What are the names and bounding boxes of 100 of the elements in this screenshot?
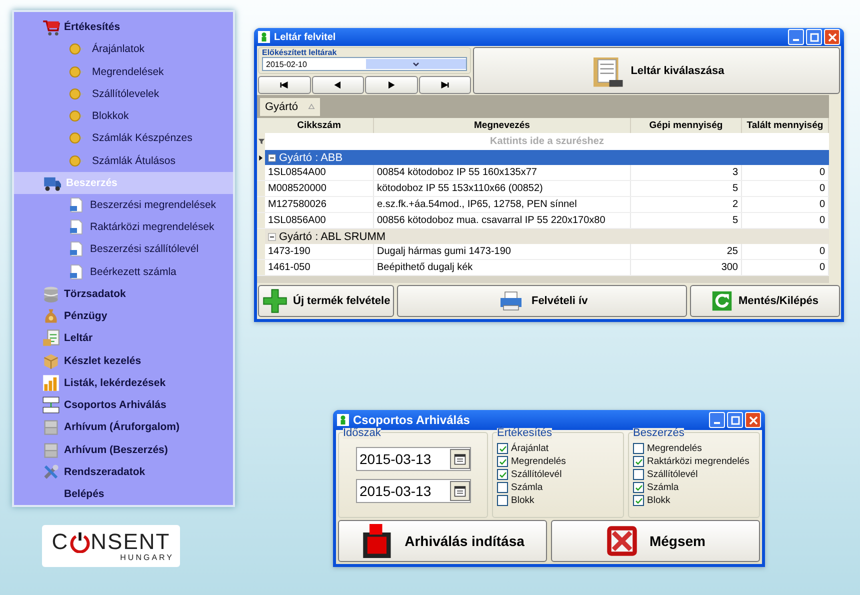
filter-icon [258,138,264,145]
sidebar-subitem[interactable]: Beérkezett számla [14,260,233,283]
window-title: Leltár felvitel [274,32,336,42]
table-cell: 0 [742,260,829,275]
table-cell: e.sz.fk.+áa.54mod., IP65, 12758, PEN sínnel [374,197,631,212]
coin-icon [68,41,86,58]
sidebar-item[interactable]: Belépés [14,482,233,506]
plus-icon [262,288,288,314]
sidebar-subitem[interactable]: Blokkok [14,104,233,128]
checkbox[interactable] [497,495,508,506]
option-label: Blokk [511,495,534,506]
inventory-dropdown[interactable]: 2015-02-10 [262,57,467,71]
checkbox-option[interactable]: Blokk [633,494,755,507]
sidebar-item[interactable]: Törzsadatok [14,282,233,306]
minimize-button[interactable] [709,412,725,428]
group-label: Beszerzés [633,428,684,439]
option-label: Számla [511,482,543,493]
checkbox-option[interactable]: Árajánlat [497,442,619,455]
action-button[interactable]: Mentés/Kilépés [690,285,840,317]
sidebar-subitem[interactable]: Raktárközi megrendelések [14,216,233,238]
sidebar-subitem[interactable]: Megrendelések [14,60,233,83]
maximize-button[interactable] [727,412,743,428]
minimize-button[interactable] [788,29,804,45]
checkbox[interactable] [633,456,644,467]
table-cell: 0 [742,213,829,228]
sidebar-subitem[interactable]: Szállítólevelek [14,82,233,105]
checkbox-option[interactable]: Blokk [497,494,619,507]
nav-button[interactable] [365,76,418,94]
checkbox-option[interactable]: Szállítólevél [497,468,619,481]
sidebar-subitem[interactable]: Számlák Készpénzes [14,127,233,150]
checkbox[interactable] [633,482,644,493]
group-row[interactable]: Gyártó : ABB [257,150,829,165]
sidebar-item[interactable]: Csoportos Arhiválás [14,394,233,416]
table-cell: 1473-190 [265,244,374,259]
checkbox-option[interactable]: Raktárközi megrendelés [633,455,755,468]
maximize-icon [810,32,818,42]
sidebar-subitem[interactable]: Beszerzési megrendelések [14,194,233,216]
sidebar-subitem[interactable]: Számlák Átulásos [14,149,233,172]
maximize-button[interactable] [806,29,822,45]
sidebar-subitem[interactable]: Árajánlatok [14,38,233,60]
box-icon [42,352,60,370]
option-label: Megrendelés [647,443,702,454]
date-field[interactable]: 2015-03-13 [356,479,470,503]
action-button[interactable]: Új termék felvétele [258,285,394,317]
document-icon [68,240,84,258]
checkbox[interactable] [497,456,508,467]
table-cell: 0 [742,165,829,180]
checkbox[interactable] [497,469,508,480]
coin-icon [68,130,86,146]
sidebar-item[interactable]: Listák, lekérdezések [14,372,233,394]
nav-button[interactable] [312,76,364,94]
maximize-icon [730,416,740,424]
logo-text: NSENT [90,530,170,552]
close-button[interactable] [745,412,761,428]
first-icon [279,80,290,90]
sidebar-subitem[interactable]: Beszerzési szállítólevél [14,238,233,261]
coin-icon [68,152,86,169]
logo-text: C [52,530,69,552]
close-button[interactable] [824,29,840,45]
checkbox-option[interactable]: Számla [633,481,755,494]
checkbox-option[interactable]: Számla [497,481,619,494]
table-cell: Dugalj hármas gumi 1473-190 [374,244,631,259]
nav-button[interactable] [258,76,310,94]
sidebar-item[interactable]: Értékesítés [14,16,233,38]
sidebar-item[interactable]: Leltár [14,327,233,350]
last-icon [440,80,450,90]
sidebar-item[interactable]: Pénzügy [14,305,233,328]
cabinet-icon [42,440,60,459]
option-label: Árajánlat [511,443,548,454]
option-label: Megrendelés [511,456,566,467]
app-icon [337,414,349,426]
sidebar-item[interactable]: Készlet kezelés [14,350,233,372]
checkbox[interactable] [497,443,508,454]
checkbox[interactable] [633,495,644,506]
date-field[interactable]: 2015-03-13 [356,447,470,471]
checkbox[interactable] [497,482,508,493]
group-by-chip[interactable]: Gyártó [260,98,320,116]
table-cell: 5 [631,213,742,228]
dialog-button[interactable]: Mégsem [551,520,760,562]
sidebar-item[interactable]: Arhívum (Áruforgalom) [14,416,233,438]
app-icon [258,31,270,43]
sidebar-item[interactable]: Rendszeradatok [14,460,233,483]
collapse-icon [268,154,276,162]
table-cell: 300 [631,260,742,275]
sidebar-item[interactable]: Arhívum (Beszerzés) [14,438,233,461]
power-icon [68,530,91,552]
next-icon [386,80,396,90]
option-label: Blokk [647,495,670,506]
checkbox-option[interactable]: Megrendelés [633,442,755,455]
checkbox[interactable] [633,443,644,454]
action-button[interactable]: Felvételi ív [397,285,687,317]
group-label: Előkészített leltárak [262,48,338,57]
checkbox-option[interactable]: Megrendelés [497,455,619,468]
nav-button[interactable] [418,76,471,94]
checkbox-option[interactable]: Szállítólevél [633,468,755,481]
group-row[interactable]: Gyártó : ABL SRUMM [257,229,829,244]
select-inventory-button[interactable]: Leltár kiválaszása [473,47,840,94]
dialog-button[interactable]: Arhiválás indítása [338,520,547,562]
clipboard-icon [42,329,60,348]
checkbox[interactable] [633,469,644,480]
